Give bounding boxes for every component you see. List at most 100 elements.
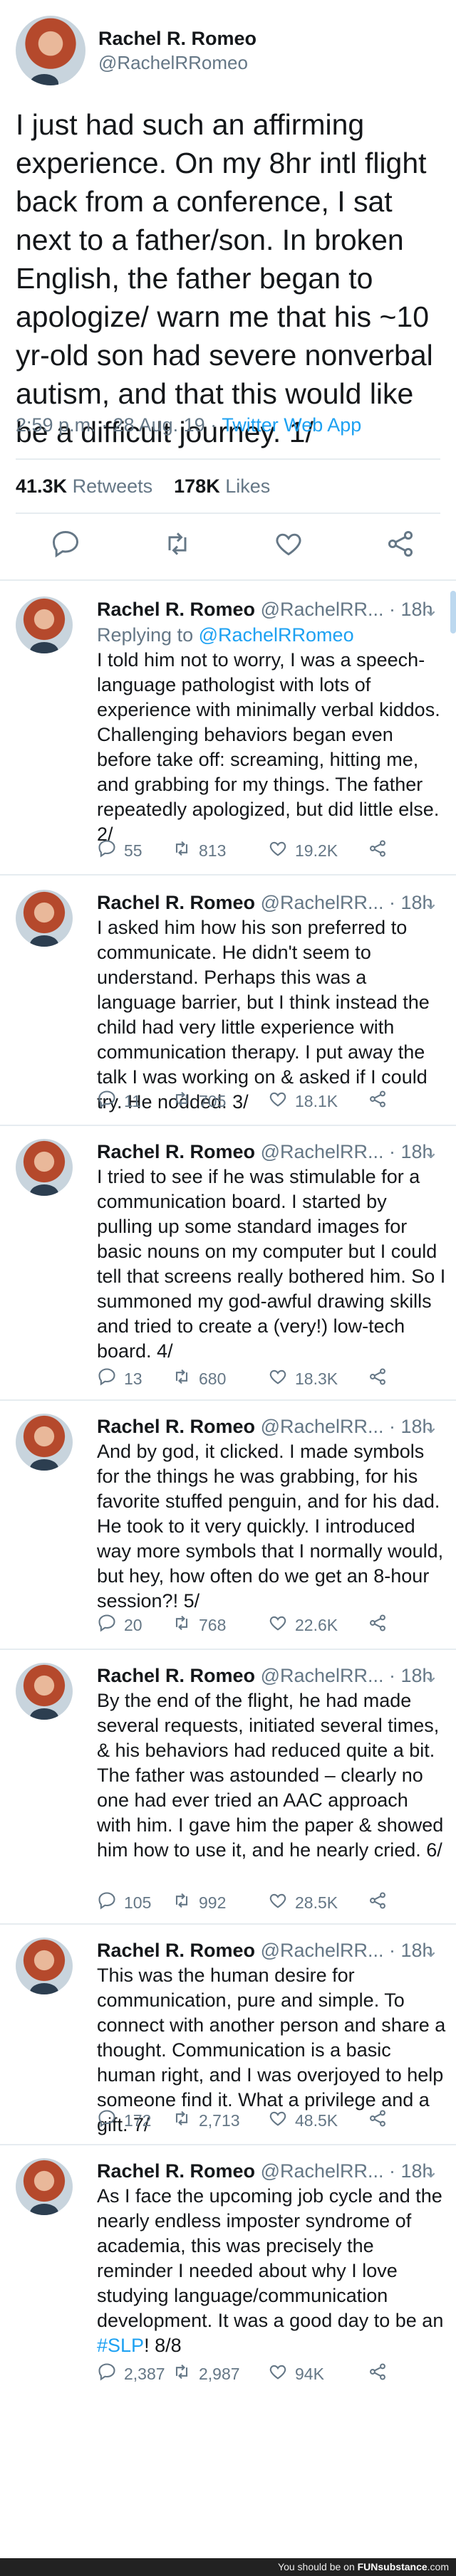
- share-button[interactable]: [368, 2362, 388, 2386]
- reply-button[interactable]: 20: [97, 1613, 172, 1637]
- reply-button[interactable]: 13: [97, 1367, 172, 1391]
- author-handle[interactable]: @RachelRR...: [255, 892, 384, 913]
- like-button[interactable]: 28.5K: [268, 1891, 368, 1915]
- share-button[interactable]: [368, 838, 388, 863]
- retweet-icon: [172, 1613, 192, 1637]
- share-button[interactable]: [368, 2108, 388, 2133]
- footer-suffix: .com: [427, 2561, 449, 2572]
- author-handle[interactable]: @RachelRR...: [255, 1141, 384, 1162]
- author-name[interactable]: Rachel R. Romeo: [97, 1940, 255, 1961]
- like-count: 18.3K: [295, 1369, 338, 1388]
- retweet-button[interactable]: 2,987: [172, 2362, 268, 2386]
- like-count: 48.5K: [295, 2110, 338, 2130]
- author-handle[interactable]: @RachelRR...: [255, 2160, 384, 2182]
- reply-actions: 2,387 2,987 94K: [97, 2362, 432, 2386]
- like-icon[interactable]: [273, 528, 304, 559]
- tweet-stats: 41.3K Retweets 178K Likes: [16, 475, 270, 498]
- footer-prefix: You should be on: [278, 2561, 358, 2572]
- reply-actions: 105 992 28.5K: [97, 1891, 432, 1915]
- divider: [0, 1399, 456, 1401]
- tweet-text: I told him not to worry, I was a speech-…: [97, 648, 446, 847]
- author-handle[interactable]: @RachelRR...: [255, 1665, 384, 1686]
- reply-icon[interactable]: [50, 528, 81, 559]
- tweet-text: As I face the upcoming job cycle and the…: [97, 2184, 446, 2358]
- reply-button[interactable]: 105: [97, 1891, 172, 1915]
- scrollbar[interactable]: [450, 591, 456, 634]
- chevron-down-icon[interactable]: ⌄: [423, 596, 439, 622]
- avatar[interactable]: [16, 16, 86, 85]
- reply-icon: [97, 2108, 117, 2133]
- avatar[interactable]: [16, 1663, 73, 1720]
- reply-count: 13: [124, 1369, 142, 1388]
- share-button[interactable]: [368, 1613, 388, 1637]
- retweet-button[interactable]: 768: [172, 1613, 268, 1637]
- chevron-down-icon[interactable]: ⌄: [423, 1414, 439, 1439]
- like-button[interactable]: 18.1K: [268, 1089, 368, 1113]
- author-name[interactable]: Rachel R. Romeo: [97, 1665, 255, 1686]
- author-name[interactable]: Rachel R. Romeo: [97, 1141, 255, 1162]
- reply-count: 2,387: [124, 2364, 165, 2383]
- reply-button[interactable]: 172: [97, 2108, 172, 2133]
- reply-button[interactable]: 55: [97, 838, 172, 863]
- author-name[interactable]: Rachel R. Romeo: [97, 892, 255, 913]
- author-name[interactable]: Rachel R. Romeo: [98, 26, 256, 51]
- retweet-icon[interactable]: [162, 528, 193, 559]
- share-icon[interactable]: [385, 528, 416, 559]
- share-button[interactable]: [368, 1367, 388, 1391]
- avatar[interactable]: [16, 596, 73, 653]
- avatar[interactable]: [16, 1139, 73, 1196]
- main-tweet-header: Rachel R. Romeo @RachelRRomeo: [16, 16, 256, 85]
- like-count: 28.5K: [295, 1893, 338, 1912]
- hashtag-link[interactable]: #SLP: [97, 2335, 144, 2356]
- like-icon: [268, 1367, 288, 1391]
- watermark-footer: You should be on FUNsubstance.com: [0, 2558, 456, 2576]
- share-button[interactable]: [368, 1089, 388, 1113]
- author-block[interactable]: Rachel R. Romeo @RachelRRomeo: [98, 26, 256, 75]
- retweet-button[interactable]: 2,713: [172, 2108, 268, 2133]
- tweet-text-body: I told him not to worry, I was a speech-…: [97, 649, 440, 845]
- retweet-button[interactable]: 992: [172, 1891, 268, 1915]
- like-button[interactable]: 19.2K: [268, 838, 368, 863]
- author-name[interactable]: Rachel R. Romeo: [97, 1416, 255, 1437]
- divider: [0, 874, 456, 876]
- author-handle[interactable]: @RachelRR...: [255, 1416, 384, 1437]
- author-handle[interactable]: @RachelRR...: [255, 599, 384, 620]
- footer-site: FUNsubstance: [357, 2561, 428, 2572]
- author-name[interactable]: Rachel R. Romeo: [97, 2160, 255, 2182]
- replying-to-handle[interactable]: @RachelRRomeo: [199, 624, 354, 646]
- like-button[interactable]: 94K: [268, 2362, 368, 2386]
- like-button[interactable]: 22.6K: [268, 1613, 368, 1637]
- author-name[interactable]: Rachel R. Romeo: [97, 599, 255, 620]
- share-button[interactable]: [368, 1891, 388, 1915]
- tweet-time[interactable]: 2:59 p.m. · 28 Aug. 19 ·: [16, 414, 222, 436]
- like-count: 19.2K: [295, 841, 338, 860]
- retweet-button[interactable]: 813: [172, 838, 268, 863]
- retweet-button[interactable]: 680: [172, 1367, 268, 1391]
- share-icon: [368, 1613, 388, 1637]
- avatar[interactable]: [16, 2158, 73, 2215]
- reply-button[interactable]: 11: [97, 1089, 172, 1113]
- reply-button[interactable]: 2,387: [97, 2362, 172, 2386]
- divider: [0, 1923, 456, 1925]
- author-handle[interactable]: @RachelRRomeo: [98, 51, 256, 75]
- chevron-down-icon[interactable]: ⌄: [423, 2158, 439, 2184]
- avatar[interactable]: [16, 1414, 73, 1471]
- chevron-down-icon[interactable]: ⌄: [423, 1663, 439, 1688]
- avatar[interactable]: [16, 1938, 73, 1994]
- author-handle[interactable]: @RachelRR...: [255, 1940, 384, 1961]
- reply-header: Rachel R. Romeo @RachelRR... · 18h: [97, 890, 439, 915]
- likes-stat[interactable]: 178K Likes: [174, 475, 270, 497]
- chevron-down-icon[interactable]: ⌄: [423, 890, 439, 915]
- like-button[interactable]: 18.3K: [268, 1367, 368, 1391]
- retweets-stat[interactable]: 41.3K Retweets: [16, 475, 152, 497]
- chevron-down-icon[interactable]: ⌄: [423, 1938, 439, 1963]
- share-icon: [368, 2362, 388, 2386]
- like-button[interactable]: 48.5K: [268, 2108, 368, 2133]
- retweet-count: 705: [199, 1091, 227, 1110]
- divider: [16, 458, 440, 460]
- tweet-source-app[interactable]: Twitter Web App: [222, 414, 361, 436]
- avatar[interactable]: [16, 890, 73, 947]
- chevron-down-icon[interactable]: ⌄: [423, 1139, 439, 1165]
- like-count: 94K: [295, 2364, 324, 2383]
- retweet-button[interactable]: 705: [172, 1089, 268, 1113]
